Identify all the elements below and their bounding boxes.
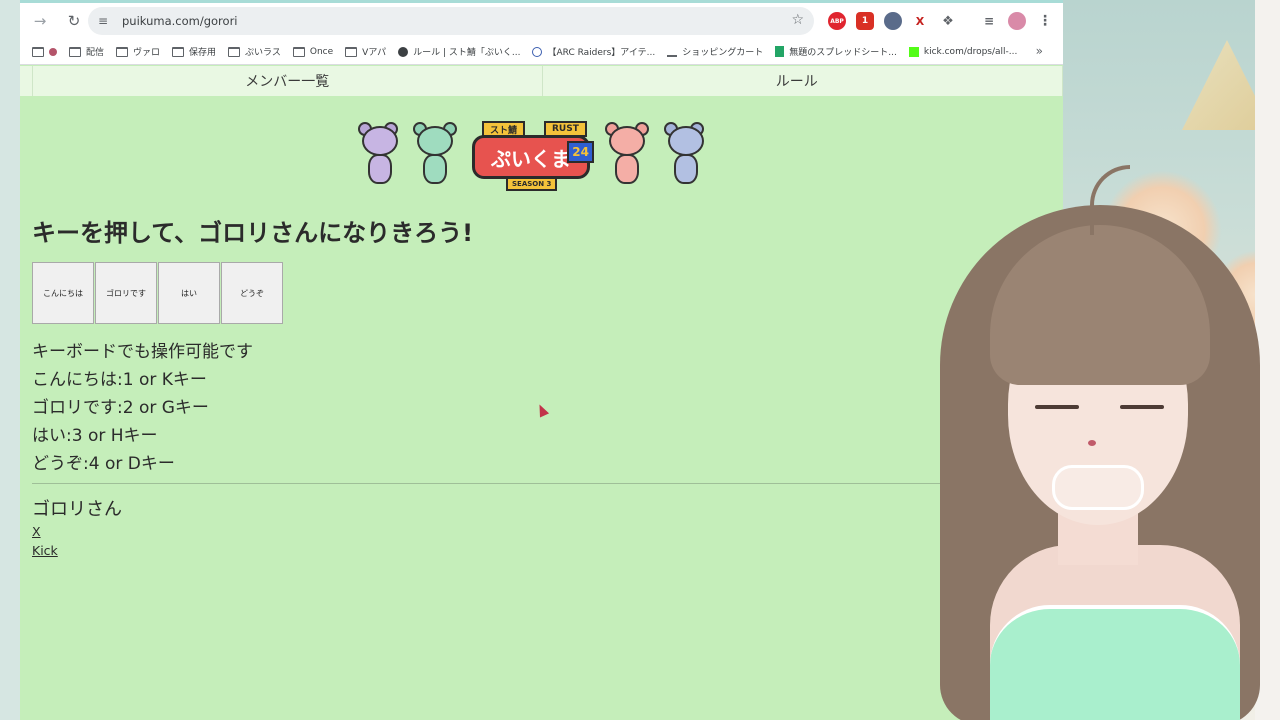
bookmark-link[interactable]: 【ARC Raiders】アイテ... bbox=[532, 45, 655, 58]
gorori-button[interactable]: ゴロリです bbox=[95, 262, 157, 324]
help-line: どうぞ:4 or Dキー bbox=[32, 454, 175, 474]
extension-red-icon[interactable]: 1 bbox=[856, 12, 874, 30]
site-logo: スト鯖 RUST ぷいくま 24 SEASON 3 bbox=[358, 121, 704, 191]
more-bookmarks-icon[interactable]: » bbox=[1036, 44, 1043, 58]
profile-avatar-icon[interactable] bbox=[1008, 12, 1026, 30]
logo-number: 24 bbox=[567, 141, 594, 163]
bear-mascot-green bbox=[413, 122, 457, 186]
folder-icon bbox=[32, 46, 44, 57]
avatar-ahoge bbox=[1090, 165, 1130, 235]
help-line: ゴロリです:2 or Gキー bbox=[32, 398, 209, 418]
adblock-icon[interactable]: ABP bbox=[828, 12, 846, 30]
bookmark-folder[interactable]: Once bbox=[292, 46, 333, 57]
bookmark-star-icon[interactable]: ☆ bbox=[791, 12, 804, 28]
folder-icon bbox=[228, 46, 241, 57]
yes-button[interactable]: はい bbox=[158, 262, 220, 324]
avatar-mouth bbox=[1088, 440, 1096, 446]
bear-mascot-purple bbox=[358, 122, 398, 186]
avatar-eye bbox=[1120, 405, 1164, 409]
forward-button[interactable]: → bbox=[26, 7, 54, 35]
puzzle-icon[interactable]: ❖ bbox=[939, 12, 957, 30]
help-line: はい:3 or Hキー bbox=[32, 426, 158, 446]
globe-icon bbox=[398, 46, 409, 57]
mouse-cursor-icon bbox=[534, 402, 550, 418]
social-links: X Kick bbox=[32, 522, 58, 560]
puikuma-logo: スト鯖 RUST ぷいくま 24 SEASON 3 bbox=[472, 121, 594, 191]
help-line: キーボードでも操作可能です bbox=[32, 342, 253, 362]
site-settings-icon[interactable]: ≡ bbox=[98, 14, 116, 28]
bookmark-folder[interactable]: ヴァロ bbox=[116, 45, 160, 58]
address-bar[interactable]: ≡ puikuma.com/gorori ☆ bbox=[88, 7, 814, 35]
site-nav: メンバー一覧 ルール bbox=[20, 66, 1063, 96]
bookmark-link[interactable]: ルール | スト鯖「ぷいく... bbox=[398, 45, 520, 58]
folder-icon bbox=[116, 46, 129, 57]
bookmark-link[interactable]: kick.com/drops/all-... bbox=[908, 46, 1017, 57]
voice-button-row: こんにちは ゴロリです はい どうぞ bbox=[32, 262, 283, 324]
bear-mascot-pink bbox=[605, 122, 649, 186]
please-button[interactable]: どうぞ bbox=[221, 262, 283, 324]
folder-icon bbox=[69, 46, 81, 57]
folder-icon bbox=[345, 46, 358, 57]
hello-button[interactable]: こんにちは bbox=[32, 262, 94, 324]
bookmark-folder[interactable]: 保存用 bbox=[172, 45, 216, 58]
person-name: ゴロリさん bbox=[32, 499, 122, 520]
bookmark-folder[interactable]: Vアパ bbox=[345, 45, 386, 58]
cart-icon bbox=[667, 47, 678, 57]
page-heading: キーを押して、ゴロリさんになりきろう! bbox=[32, 219, 474, 247]
x-link[interactable]: X bbox=[32, 522, 58, 541]
keyboard-help: キーボードでも操作可能です こんにちは:1 or Kキー ゴロリです:2 or … bbox=[32, 338, 253, 478]
bookmark-folder[interactable]: 配信 bbox=[69, 45, 104, 58]
folder-icon bbox=[172, 46, 185, 57]
vtuber-avatar bbox=[880, 165, 1280, 720]
avatar-choker bbox=[1052, 465, 1144, 510]
bear-mascot-blue bbox=[664, 122, 704, 186]
extension-globe-icon[interactable] bbox=[884, 12, 902, 30]
avatar-dress bbox=[990, 605, 1240, 720]
site-icon bbox=[532, 46, 543, 57]
media-control-icon[interactable]: ≡ bbox=[980, 12, 998, 30]
help-line: こんにちは:1 or Kキー bbox=[32, 370, 207, 390]
bookmark-link[interactable]: ショッピングカート bbox=[667, 45, 763, 58]
menu-dots-icon[interactable]: ⋮ bbox=[1036, 12, 1054, 30]
avatar-eye bbox=[1035, 405, 1079, 409]
kick-icon bbox=[908, 46, 919, 57]
browser-toolbar: → ↻ ≡ puikuma.com/gorori ☆ ABP 1 X ❖ ≡ ⋮ bbox=[20, 3, 1063, 39]
folder-icon bbox=[292, 46, 305, 57]
bookmarks-bar: 配信 ヴァロ 保存用 ぷいラス Once Vアパ ルール | スト鯖「ぷいく..… bbox=[20, 39, 1063, 65]
sheets-icon bbox=[775, 46, 785, 57]
bookmark-link[interactable]: 無題のスプレッドシート... bbox=[775, 45, 897, 58]
bookmark-folder[interactable] bbox=[32, 46, 57, 57]
nav-rules-link[interactable]: ルール bbox=[541, 66, 1052, 96]
logo-season: SEASON 3 bbox=[506, 177, 558, 191]
reload-button[interactable]: ↻ bbox=[60, 7, 88, 35]
url-text: puikuma.com/gorori bbox=[122, 14, 238, 28]
nav-members-link[interactable]: メンバー一覧 bbox=[32, 66, 542, 96]
nav-spacer bbox=[1051, 66, 1063, 96]
extension-x-icon[interactable]: X bbox=[911, 12, 929, 30]
kick-link[interactable]: Kick bbox=[32, 541, 58, 560]
bookmark-folder[interactable]: ぷいラス bbox=[228, 45, 281, 58]
